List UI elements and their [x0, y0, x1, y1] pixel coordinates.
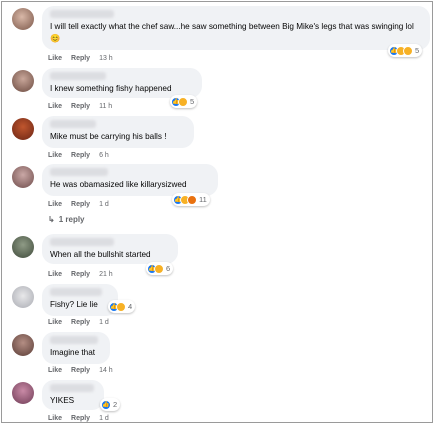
- reaction-count: 2: [113, 400, 118, 409]
- comment-bubble: When all the bullshit started: [42, 234, 178, 264]
- comment-text: I knew something fishy happened: [50, 84, 172, 93]
- timestamp[interactable]: 1 d: [99, 319, 109, 326]
- comment-bubble: I will tell exactly what the chef saw...…: [42, 6, 430, 50]
- reply-button[interactable]: Reply: [71, 201, 90, 208]
- timestamp[interactable]: 6 h: [99, 152, 109, 159]
- comment-actions: Like Reply 21 h: [48, 271, 113, 278]
- avatar[interactable]: [12, 236, 34, 258]
- comment-bubble: Imagine that: [42, 332, 110, 364]
- reactions-badge[interactable]: 👍 11: [172, 193, 210, 206]
- comment-actions: Like Reply 13 h: [48, 55, 113, 62]
- like-button[interactable]: Like: [48, 271, 62, 278]
- comment-actions: Like Reply 11 h: [48, 103, 112, 110]
- timestamp[interactable]: 11 h: [99, 103, 112, 110]
- commenter-name[interactable]: [50, 10, 114, 18]
- like-button[interactable]: Like: [48, 55, 62, 62]
- avatar[interactable]: [12, 166, 34, 188]
- reaction-count: 6: [166, 264, 171, 273]
- reply-button[interactable]: Reply: [71, 55, 90, 62]
- reply-button[interactable]: Reply: [71, 271, 90, 278]
- avatar[interactable]: [12, 334, 34, 356]
- comment-actions: Like Reply 1 d: [48, 415, 109, 422]
- like-reaction-icon: 👍: [101, 399, 111, 410]
- reply-button[interactable]: Reply: [71, 415, 90, 422]
- angry-reaction-icon: [187, 194, 197, 205]
- comment-bubble: YIKES: [42, 380, 104, 410]
- reactions-badge[interactable]: 👍 5: [388, 44, 423, 57]
- commenter-name[interactable]: [50, 384, 94, 392]
- avatar[interactable]: [12, 8, 34, 30]
- timestamp[interactable]: 1 d: [99, 415, 109, 422]
- commenter-name[interactable]: [50, 336, 98, 344]
- comment-text: Fishy? Lie lie: [50, 300, 98, 309]
- like-button[interactable]: Like: [48, 415, 62, 422]
- reply-button[interactable]: Reply: [71, 152, 90, 159]
- comment-actions: Like Reply 1 d: [48, 319, 109, 326]
- reaction-count: 4: [128, 302, 133, 311]
- comment-actions: Like Reply 14 h: [48, 367, 113, 374]
- like-button[interactable]: Like: [48, 103, 62, 110]
- like-button[interactable]: Like: [48, 152, 62, 159]
- avatar[interactable]: [12, 118, 34, 140]
- reaction-count: 5: [415, 46, 420, 55]
- reply-button[interactable]: Reply: [71, 103, 90, 110]
- reaction-count: 11: [199, 195, 207, 204]
- commenter-name[interactable]: [50, 72, 106, 80]
- wow-reaction-icon: [154, 263, 164, 274]
- commenter-name[interactable]: [50, 238, 114, 246]
- replies-count: 1 reply: [58, 215, 85, 224]
- reply-button[interactable]: Reply: [71, 367, 90, 374]
- timestamp[interactable]: 13 h: [99, 55, 113, 62]
- commenter-name[interactable]: [50, 288, 102, 296]
- comment-text: YIKES: [50, 396, 75, 405]
- comment-bubble: I knew something fishy happened: [42, 68, 202, 98]
- wow-reaction-icon: [178, 96, 188, 107]
- comments-panel: I will tell exactly what the chef saw...…: [1, 1, 433, 423]
- comment-text: He was obamasized like killarysizwed: [50, 180, 187, 189]
- comment-text: I will tell exactly what the chef saw...…: [50, 22, 414, 43]
- comment-bubble: He was obamasized like killarysizwed: [42, 164, 218, 196]
- timestamp[interactable]: 21 h: [99, 271, 113, 278]
- commenter-name[interactable]: [50, 120, 96, 128]
- wow-reaction-icon: [116, 301, 126, 312]
- reply-button[interactable]: Reply: [71, 319, 90, 326]
- comment-actions: Like Reply 6 h: [48, 152, 109, 159]
- timestamp[interactable]: 1 d: [99, 201, 109, 208]
- wow-reaction-icon: [403, 45, 413, 56]
- comment-text: Imagine that: [50, 348, 96, 357]
- reactions-badge[interactable]: 👍 2: [100, 398, 121, 411]
- comment-bubble: Fishy? Lie lie: [42, 284, 118, 316]
- avatar[interactable]: [12, 286, 34, 308]
- avatar[interactable]: [12, 70, 34, 92]
- comment-text: When all the bullshit started: [50, 250, 151, 259]
- comment-text: Mike must be carrying his balls !: [50, 132, 167, 141]
- comment-bubble: Mike must be carrying his balls !: [42, 116, 194, 148]
- reactions-badge[interactable]: 👍 6: [146, 262, 174, 275]
- commenter-name[interactable]: [50, 168, 108, 176]
- comment-actions: Like Reply 1 d: [48, 201, 109, 208]
- timestamp[interactable]: 14 h: [99, 367, 113, 374]
- reactions-badge[interactable]: 👍 5: [170, 95, 198, 108]
- reactions-badge[interactable]: 👍 4: [108, 300, 136, 313]
- like-button[interactable]: Like: [48, 367, 62, 374]
- view-replies-link[interactable]: ↳ 1 reply: [48, 215, 85, 224]
- like-button[interactable]: Like: [48, 319, 62, 326]
- reaction-count: 5: [190, 97, 195, 106]
- reply-arrow-icon: ↳: [48, 215, 55, 224]
- like-button[interactable]: Like: [48, 201, 62, 208]
- avatar[interactable]: [12, 382, 34, 404]
